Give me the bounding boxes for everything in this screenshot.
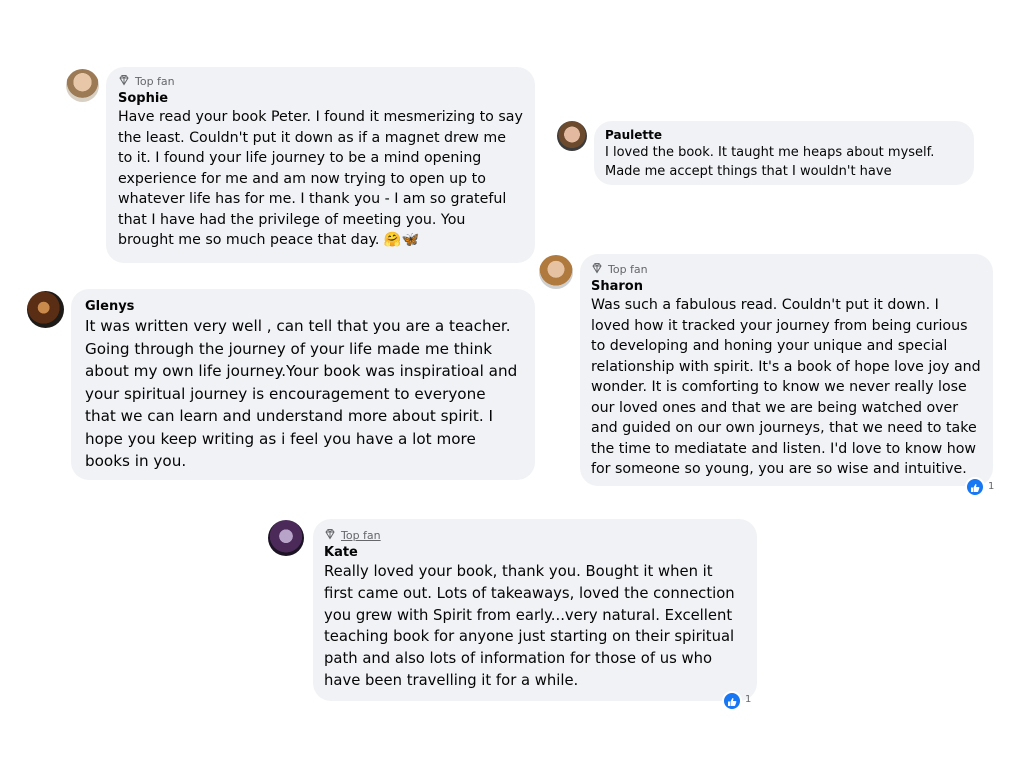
top-fan-label: Top fan (341, 529, 381, 542)
comment-author-glenys[interactable]: Glenys (85, 299, 521, 314)
comment-author-sophie[interactable]: Sophie (118, 91, 523, 106)
diamond-icon (324, 528, 336, 543)
diamond-icon (118, 74, 130, 89)
comment-author-paulette[interactable]: Paulette (605, 128, 963, 142)
comment-bubble-paulette: Paulette I loved the book. It taught me … (594, 121, 974, 185)
comment-text-sophie: Have read your book Peter. I found it me… (118, 109, 523, 248)
diamond-icon (591, 262, 603, 277)
avatar-sophie[interactable] (66, 69, 99, 102)
top-fan-badge[interactable]: Top fan (591, 262, 982, 277)
top-fan-label: Top fan (135, 75, 175, 88)
top-fan-label: Top fan (608, 263, 648, 276)
comment-text-sharon: Was such a fabulous read. Couldn't put i… (591, 297, 981, 477)
comment-text-glenys: It was written very well , can tell that… (85, 317, 518, 470)
like-reaction-sharon[interactable] (965, 477, 985, 497)
comment-text-paulette: I loved the book. It taught me heaps abo… (605, 145, 935, 179)
like-reaction-kate[interactable] (722, 691, 742, 711)
comment-bubble-kate: Top fan Kate Really loved your book, tha… (313, 519, 757, 701)
top-fan-badge[interactable]: Top fan (118, 74, 523, 89)
top-fan-badge[interactable]: Top fan (324, 528, 746, 543)
comment-bubble-glenys: Glenys It was written very well , can te… (71, 289, 535, 480)
avatar-kate[interactable] (268, 520, 304, 556)
reaction-count-kate[interactable]: 1 (745, 694, 751, 705)
comment-author-sharon[interactable]: Sharon (591, 279, 982, 294)
comment-author-kate[interactable]: Kate (324, 545, 746, 560)
like-icon (970, 478, 980, 497)
avatar-sharon[interactable] (539, 255, 573, 289)
comment-bubble-sophie: Top fan Sophie Have read your book Peter… (106, 67, 535, 263)
comment-bubble-sharon: Top fan Sharon Was such a fabulous read.… (580, 254, 993, 486)
avatar-paulette[interactable] (557, 121, 587, 151)
comment-text-kate: Really loved your book, thank you. Bough… (324, 563, 735, 689)
avatar-glenys[interactable] (27, 291, 64, 328)
like-icon (727, 692, 737, 711)
reaction-count-sharon[interactable]: 1 (988, 481, 994, 492)
